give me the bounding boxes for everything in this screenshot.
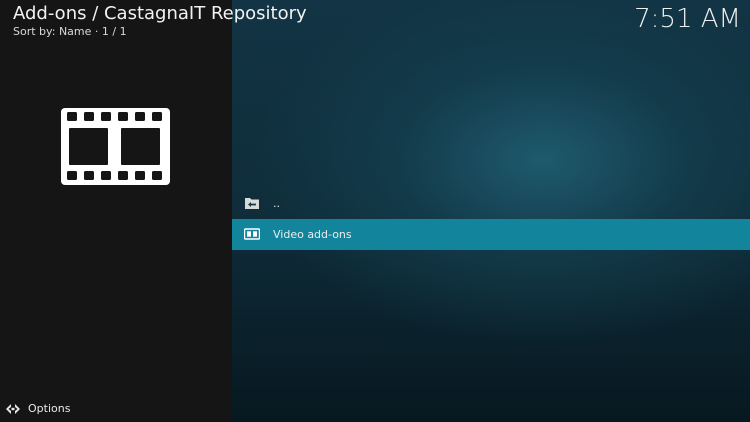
sort-info: Sort by: Name · 1 / 1 [13, 25, 127, 38]
options-label: Options [28, 402, 71, 415]
page-title: Add-ons / CastagnaIT Repository [13, 3, 307, 24]
list-item-video-addons[interactable]: Video add-ons [232, 219, 750, 250]
header: Add-ons / CastagnaIT Repository Sort by:… [13, 4, 307, 39]
options-arrows-icon [6, 404, 20, 414]
list-item-label: .. [273, 197, 280, 210]
addon-list: .. Video add-ons [232, 188, 750, 250]
options-button[interactable]: Options [5, 402, 70, 416]
film-icon [244, 228, 260, 240]
film-strip-icon [61, 108, 170, 185]
kodi-addon-browser: Add-ons / CastagnaIT Repository Sort by:… [0, 0, 750, 422]
list-item-parent-folder[interactable]: .. [232, 188, 750, 219]
list-item-label: Video add-ons [273, 228, 352, 241]
folder-back-icon [245, 198, 259, 209]
left-info-panel [0, 0, 232, 422]
clock: 7:51 AM [634, 4, 741, 34]
